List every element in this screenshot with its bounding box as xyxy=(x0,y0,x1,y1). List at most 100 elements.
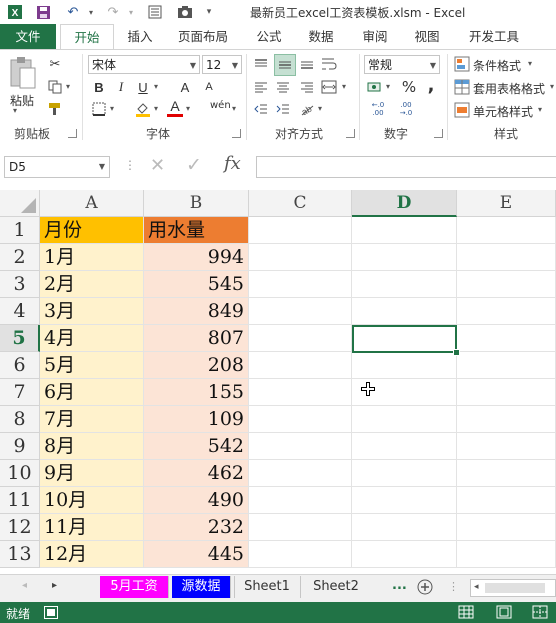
undo-dropdown-icon[interactable]: ▾ xyxy=(82,3,100,21)
paste-dropdown-icon[interactable]: ▾ xyxy=(13,106,17,115)
water-cell[interactable]: 849 xyxy=(144,298,249,325)
paste-icon[interactable] xyxy=(8,56,40,90)
month-cell[interactable]: 11月 xyxy=(40,514,144,541)
phonetic-dropdown-icon[interactable]: ▾ xyxy=(232,104,236,113)
empty-cell[interactable] xyxy=(352,514,457,541)
month-cell[interactable]: 8月 xyxy=(40,433,144,460)
copy-dropdown-icon[interactable]: ▾ xyxy=(66,82,70,91)
water-cell[interactable]: 542 xyxy=(144,433,249,460)
water-cell[interactable]: 109 xyxy=(144,406,249,433)
empty-cell[interactable] xyxy=(352,541,457,568)
number-launcher-icon[interactable] xyxy=(434,129,443,138)
insert-function-icon[interactable]: fx xyxy=(224,153,241,174)
cancel-icon[interactable]: ✕ xyxy=(150,155,165,176)
bold-button[interactable]: B xyxy=(90,78,108,96)
camera-icon[interactable] xyxy=(176,3,194,21)
accounting-icon[interactable] xyxy=(366,78,384,96)
tab-review[interactable]: 审阅 xyxy=(354,24,396,49)
empty-cell[interactable] xyxy=(249,244,352,271)
next-sheet-icon[interactable]: ▸ xyxy=(52,580,57,591)
comma-button[interactable]: , xyxy=(422,75,440,96)
more-sheets-button[interactable]: ... xyxy=(392,578,407,593)
row-header-8[interactable]: 8 xyxy=(0,406,40,433)
month-cell[interactable]: 12月 xyxy=(40,541,144,568)
increase-decimal-button[interactable]: ←.0 .00 xyxy=(366,101,390,117)
scroll-left-icon[interactable]: ◂ xyxy=(474,582,479,592)
column-header-e[interactable]: E xyxy=(457,190,556,217)
fill-color-dropdown-icon[interactable]: ▾ xyxy=(154,104,158,113)
orientation-dropdown-icon[interactable]: ▾ xyxy=(318,104,322,113)
row-header-1[interactable]: 1 xyxy=(0,217,40,244)
format-painter-icon[interactable] xyxy=(46,100,64,118)
empty-cell[interactable] xyxy=(457,433,556,460)
shrink-font-button[interactable]: A xyxy=(200,78,218,96)
align-bottom-icon[interactable] xyxy=(298,55,316,73)
water-cell[interactable]: 994 xyxy=(144,244,249,271)
sheet-tab[interactable]: 5月工资 xyxy=(100,576,169,598)
select-all-button[interactable] xyxy=(0,190,40,217)
empty-cell[interactable] xyxy=(457,514,556,541)
empty-cell[interactable] xyxy=(249,487,352,514)
column-header-a[interactable]: A xyxy=(40,190,144,217)
font-color-dropdown-icon[interactable]: ▾ xyxy=(186,104,190,113)
redo-dropdown-icon[interactable]: ▾ xyxy=(122,3,140,21)
column-header-c[interactable]: C xyxy=(249,190,352,217)
tab-insert[interactable]: 插入 xyxy=(118,24,162,49)
underline-dropdown-icon[interactable]: ▾ xyxy=(154,82,158,91)
water-cell[interactable]: 445 xyxy=(144,541,249,568)
row-header-7[interactable]: 7 xyxy=(0,379,40,406)
merge-center-icon[interactable] xyxy=(320,78,338,96)
month-cell[interactable]: 10月 xyxy=(40,487,144,514)
save-icon[interactable] xyxy=(34,3,52,21)
row-header-12[interactable]: 12 xyxy=(0,514,40,541)
cut-icon[interactable]: ✂ xyxy=(46,55,64,73)
sheet-tab[interactable]: Sheet1 xyxy=(234,576,299,598)
tab-home[interactable]: 开始 xyxy=(60,24,114,50)
empty-cell[interactable] xyxy=(457,406,556,433)
empty-cell[interactable] xyxy=(352,352,457,379)
normal-view-icon[interactable] xyxy=(458,605,474,619)
column-header-b[interactable]: B xyxy=(144,190,249,217)
empty-cell[interactable] xyxy=(352,487,457,514)
water-cell[interactable]: 545 xyxy=(144,271,249,298)
percent-button[interactable]: % xyxy=(400,78,418,96)
empty-cell[interactable] xyxy=(249,298,352,325)
water-cell[interactable]: 232 xyxy=(144,514,249,541)
copy-icon[interactable] xyxy=(46,78,64,96)
format-as-table-button[interactable]: 套用表格格式 ▾ xyxy=(454,79,556,97)
empty-cell[interactable] xyxy=(352,217,457,244)
empty-cell[interactable] xyxy=(457,217,556,244)
month-cell[interactable]: 3月 xyxy=(40,298,144,325)
row-header-2[interactable]: 2 xyxy=(0,244,40,271)
row-header-13[interactable]: 13 xyxy=(0,541,40,568)
row-header-10[interactable]: 10 xyxy=(0,460,40,487)
redo-icon[interactable]: ↷ xyxy=(104,3,122,21)
form-icon[interactable] xyxy=(146,3,164,21)
font-size-combo[interactable]: 12 ▼ xyxy=(202,55,242,74)
scrollbar-thumb[interactable] xyxy=(485,583,545,593)
row-header-9[interactable]: 9 xyxy=(0,433,40,460)
empty-cell[interactable] xyxy=(457,487,556,514)
month-cell[interactable]: 6月 xyxy=(40,379,144,406)
number-format-combo[interactable]: 常规 ▼ xyxy=(364,55,440,74)
enter-icon[interactable]: ✓ xyxy=(186,154,202,176)
macro-record-icon[interactable] xyxy=(44,606,58,619)
undo-icon[interactable]: ↶ xyxy=(64,3,82,21)
empty-cell[interactable] xyxy=(457,271,556,298)
tab-data[interactable]: 数据 xyxy=(300,24,342,49)
align-center-icon[interactable] xyxy=(274,78,292,96)
water-cell[interactable]: 490 xyxy=(144,487,249,514)
month-cell[interactable]: 4月 xyxy=(40,325,144,352)
clipboard-launcher-icon[interactable] xyxy=(68,129,77,138)
empty-cell[interactable] xyxy=(457,460,556,487)
empty-cell[interactable] xyxy=(249,271,352,298)
wrap-text-icon[interactable] xyxy=(320,55,338,73)
empty-cell[interactable] xyxy=(352,406,457,433)
empty-cell[interactable] xyxy=(457,244,556,271)
tab-formulas[interactable]: 公式 xyxy=(248,24,290,49)
empty-cell[interactable] xyxy=(352,433,457,460)
empty-cell[interactable] xyxy=(457,325,556,352)
empty-cell[interactable] xyxy=(352,460,457,487)
row-header-5[interactable]: 5 xyxy=(0,325,40,352)
tab-page-layout[interactable]: 页面布局 xyxy=(170,24,236,49)
